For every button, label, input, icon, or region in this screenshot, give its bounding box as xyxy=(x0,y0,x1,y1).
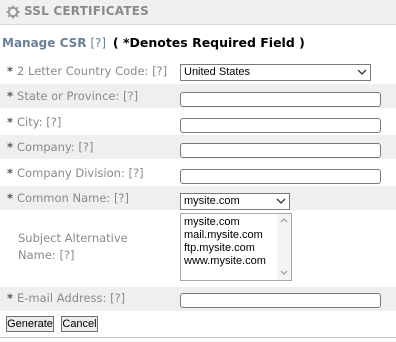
divider xyxy=(0,337,396,338)
required-star: * xyxy=(7,191,14,205)
cancel-button[interactable]: Cancel xyxy=(61,316,98,332)
common-name-select-value: mysite.com xyxy=(184,195,240,207)
required-star: * xyxy=(7,64,14,78)
form-row-company: * Company: [?] xyxy=(0,135,396,159)
division-input[interactable] xyxy=(180,169,381,184)
san-label-line2: Name: xyxy=(18,248,56,262)
form-row-email: * E-mail Address: [?] xyxy=(0,287,396,311)
email-label-text: E-mail Address: xyxy=(17,291,107,305)
list-item[interactable]: www.mysite.com xyxy=(184,255,266,267)
country-help-link[interactable]: [?] xyxy=(152,64,167,78)
chevron-down-icon xyxy=(357,69,367,75)
city-label-text: City: xyxy=(17,115,43,129)
gear-icon xyxy=(6,5,20,19)
company-help-link[interactable]: [?] xyxy=(78,140,93,154)
title-bar: SSL CERTIFICATES xyxy=(0,0,396,25)
division-help-link[interactable]: [?] xyxy=(128,166,143,180)
chevron-down-icon xyxy=(276,198,286,204)
list-item[interactable]: ftp.mysite.com xyxy=(184,242,255,254)
form-row-division: * Company Division: [?] xyxy=(0,161,396,185)
country-label: * 2 Letter Country Code: [?] xyxy=(7,64,167,78)
required-star: * xyxy=(7,89,14,103)
state-help-link[interactable]: [?] xyxy=(123,89,138,103)
required-star: * xyxy=(7,166,14,180)
common-name-help-link[interactable]: [?] xyxy=(114,191,129,205)
manage-csr-heading: Manage CSR xyxy=(2,36,87,50)
scrollbar[interactable] xyxy=(277,214,291,280)
common-name-label-text: Common Name: xyxy=(17,191,111,205)
san-label-line1: Subject Alternative xyxy=(18,231,128,245)
state-label: * State or Province: [?] xyxy=(7,89,138,103)
division-label: * Company Division: [?] xyxy=(7,166,144,180)
country-select-value: United States xyxy=(184,66,251,78)
required-star: * xyxy=(7,140,14,154)
company-input[interactable] xyxy=(180,143,381,158)
list-item[interactable]: mail.mysite.com xyxy=(184,229,263,241)
city-help-link[interactable]: [?] xyxy=(46,115,61,129)
san-help-link[interactable]: [?] xyxy=(59,248,74,262)
email-input[interactable] xyxy=(180,293,381,308)
company-label: * Company: [?] xyxy=(7,140,94,154)
form-row-state: * State or Province: [?] xyxy=(0,84,396,108)
page-title: SSL CERTIFICATES xyxy=(24,4,149,18)
email-help-link[interactable]: [?] xyxy=(110,291,125,305)
common-name-label: * Common Name: [?] xyxy=(7,191,129,205)
city-label: * City: [?] xyxy=(7,115,61,129)
city-input[interactable] xyxy=(180,118,381,133)
country-label-text: 2 Letter Country Code: xyxy=(17,64,149,78)
email-label: * E-mail Address: [?] xyxy=(7,291,125,305)
state-label-text: State or Province: xyxy=(17,89,120,103)
manage-csr-help-link[interactable]: [?] xyxy=(90,36,106,50)
company-label-text: Company: xyxy=(17,140,75,154)
section-header: Manage CSR [?] ( *Denotes Required Field… xyxy=(2,35,305,50)
form-row-common-name: * Common Name: [?] mysite.com xyxy=(0,186,396,210)
required-field-note: ( *Denotes Required Field ) xyxy=(112,35,305,50)
division-label-text: Company Division: xyxy=(17,166,125,180)
state-input[interactable] xyxy=(180,92,381,107)
san-label: Subject Alternative Name: [?] xyxy=(18,230,128,264)
generate-button[interactable]: Generate xyxy=(6,316,54,332)
common-name-select[interactable]: mysite.com xyxy=(180,193,290,210)
san-listbox[interactable]: mysite.com mail.mysite.com ftp.mysite.co… xyxy=(180,213,292,281)
required-star: * xyxy=(7,291,14,305)
form-row-country: * 2 Letter Country Code: [?] United State… xyxy=(0,61,396,81)
country-select[interactable]: United States xyxy=(180,64,371,81)
required-star: * xyxy=(7,115,14,129)
form-row-city: * City: [?] xyxy=(0,110,396,134)
list-item[interactable]: mysite.com xyxy=(184,216,240,228)
